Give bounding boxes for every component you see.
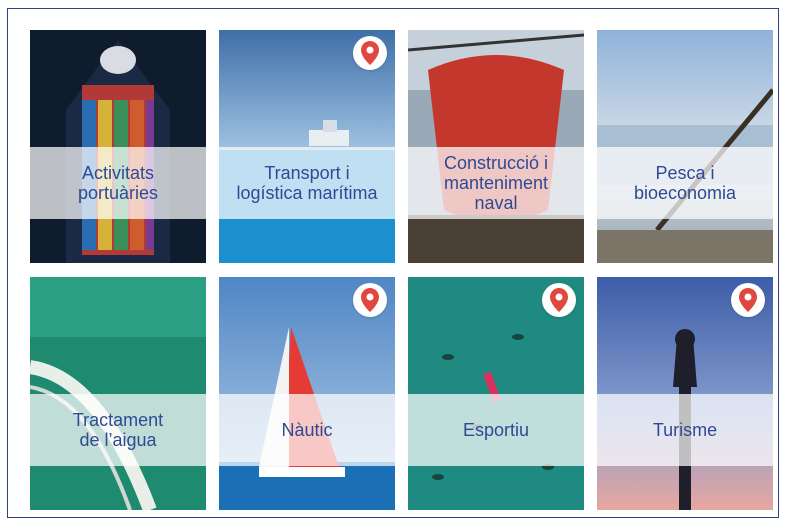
tile-nautic[interactable]: Nàutic bbox=[219, 277, 395, 510]
map-pin-icon bbox=[739, 288, 757, 312]
tile-pesca-bioeconomia[interactable]: Pesca i bioeconomia bbox=[597, 30, 773, 263]
tile-label: Tractament de l’aigua bbox=[30, 394, 206, 466]
tile-label: Transport i logística marítima bbox=[219, 147, 395, 219]
map-pin-button[interactable] bbox=[353, 283, 387, 317]
sector-grid: Activitats portuàries Transport i logíst… bbox=[7, 8, 779, 518]
tile-tractament-aigua[interactable]: Tractament de l’aigua bbox=[30, 277, 206, 510]
tile-label: Pesca i bioeconomia bbox=[597, 147, 773, 219]
tile-label: Nàutic bbox=[219, 394, 395, 466]
tile-label: Esportiu bbox=[408, 394, 584, 466]
tile-construccio-naval[interactable]: Construcció i manteniment naval bbox=[408, 30, 584, 263]
tile-turisme[interactable]: Turisme bbox=[597, 277, 773, 510]
tile-label: Construcció i manteniment naval bbox=[408, 147, 584, 219]
tile-esportiu[interactable]: Esportiu bbox=[408, 277, 584, 510]
map-pin-button[interactable] bbox=[353, 36, 387, 70]
tile-label: Activitats portuàries bbox=[30, 147, 206, 219]
map-pin-button[interactable] bbox=[542, 283, 576, 317]
tile-label: Turisme bbox=[597, 394, 773, 466]
map-pin-icon bbox=[361, 288, 379, 312]
map-pin-icon bbox=[361, 41, 379, 65]
map-pin-icon bbox=[550, 288, 568, 312]
tile-transport-logistica[interactable]: Transport i logística marítima bbox=[219, 30, 395, 263]
map-pin-button[interactable] bbox=[731, 283, 765, 317]
tile-activitats-portuaries[interactable]: Activitats portuàries bbox=[30, 30, 206, 263]
